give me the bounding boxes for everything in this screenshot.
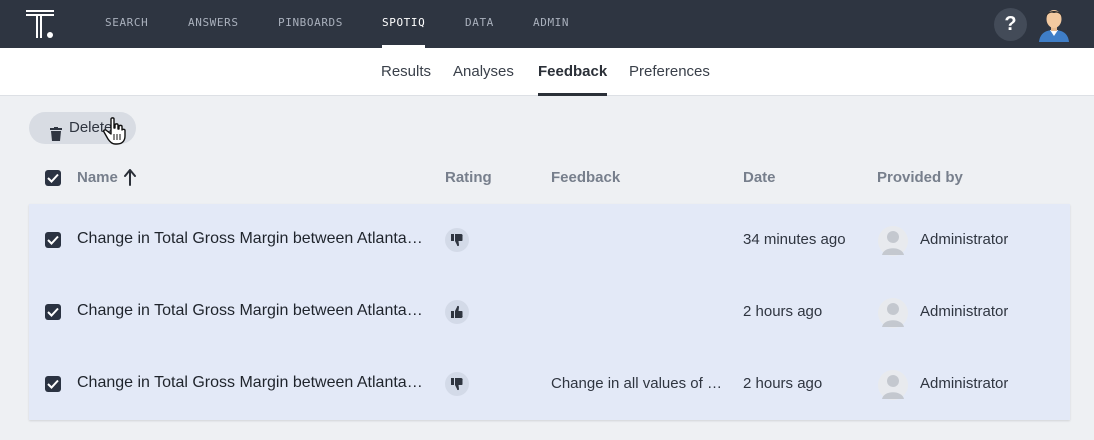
trash-icon xyxy=(50,121,62,141)
top-nav-bar: SEARCH ANSWERS PINBOARDS SPOTIQ DATA ADM… xyxy=(0,0,1094,48)
column-header-name[interactable]: Name xyxy=(77,169,118,186)
nav-pinboards[interactable]: PINBOARDS xyxy=(278,0,343,48)
tab-analyses[interactable]: Analyses xyxy=(453,48,514,96)
column-header-provided-by[interactable]: Provided by xyxy=(877,169,963,186)
row-checkbox[interactable] xyxy=(45,376,61,392)
user-avatar-icon[interactable] xyxy=(1037,6,1071,42)
row-name[interactable]: Change in Total Gross Margin between Atl… xyxy=(77,374,427,392)
sub-nav-tabs: Results Analyses Feedback Preferences xyxy=(0,48,1094,96)
row-date: 2 hours ago xyxy=(743,375,823,392)
column-header-rating[interactable]: Rating xyxy=(445,169,492,186)
tab-preferences[interactable]: Preferences xyxy=(629,48,710,96)
tab-feedback[interactable]: Feedback xyxy=(538,48,608,96)
nav-answers[interactable]: ANSWERS xyxy=(188,0,239,48)
row-date: 34 minutes ago xyxy=(743,231,846,248)
tab-results[interactable]: Results xyxy=(381,48,431,96)
nav-spotiq[interactable]: SPOTIQ xyxy=(382,0,426,48)
table-row[interactable]: Change in Total Gross Margin between Atl… xyxy=(29,204,1070,276)
row-name[interactable]: Change in Total Gross Margin between Atl… xyxy=(77,230,427,248)
row-provided-by: Administrator xyxy=(920,375,1009,392)
select-all-checkbox[interactable] xyxy=(45,170,61,186)
row-provided-by: Administrator xyxy=(920,303,1009,320)
row-provided-by: Administrator xyxy=(920,231,1009,248)
thumbs-down-icon xyxy=(445,372,469,396)
nav-data[interactable]: DATA xyxy=(465,0,494,48)
thoughtspot-logo-icon[interactable] xyxy=(26,10,58,40)
table-row[interactable]: Change in Total Gross Margin between Atl… xyxy=(29,276,1070,348)
feedback-table-body: Change in Total Gross Margin between Atl… xyxy=(29,204,1070,420)
column-header-feedback[interactable]: Feedback xyxy=(551,169,620,186)
row-checkbox[interactable] xyxy=(45,304,61,320)
user-placeholder-icon xyxy=(878,297,908,329)
table-row[interactable]: Change in Total Gross Margin between Atl… xyxy=(29,348,1070,420)
nav-admin[interactable]: ADMIN xyxy=(533,0,569,48)
row-name[interactable]: Change in Total Gross Margin between Atl… xyxy=(77,302,427,320)
row-feedback: Change in all values of St… xyxy=(551,375,731,392)
help-icon[interactable]: ? xyxy=(994,8,1027,41)
user-placeholder-icon xyxy=(878,369,908,401)
row-checkbox[interactable] xyxy=(45,232,61,248)
column-header-date[interactable]: Date xyxy=(743,169,776,186)
user-placeholder-icon xyxy=(878,225,908,257)
row-date: 2 hours ago xyxy=(743,303,823,320)
hand-pointer-cursor-icon xyxy=(103,117,127,145)
nav-search[interactable]: SEARCH xyxy=(105,0,148,48)
thumbs-up-icon xyxy=(445,300,469,324)
arrow-up-icon[interactable] xyxy=(123,169,137,186)
thumbs-down-icon xyxy=(445,228,469,252)
